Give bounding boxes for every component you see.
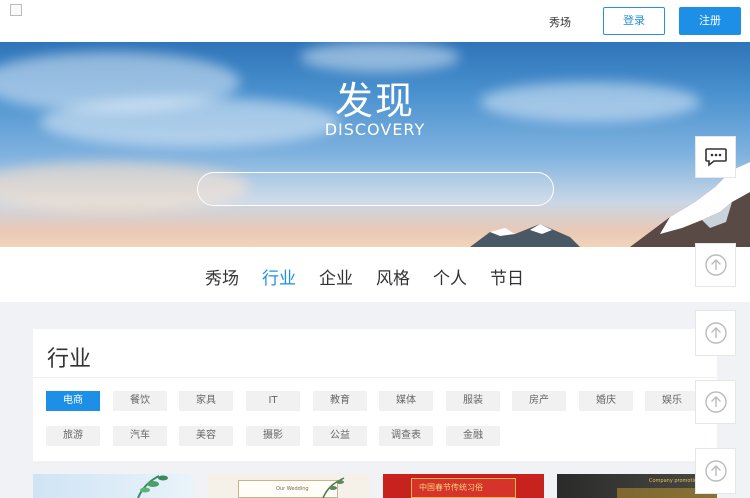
login-button[interactable]: 登录: [603, 7, 665, 35]
back-to-top-button[interactable]: [695, 448, 736, 494]
tag-jiaoyu[interactable]: 教育: [313, 391, 367, 411]
template-thumbnail[interactable]: Our Wedding: [208, 474, 369, 498]
tag-yule[interactable]: 娱乐: [645, 391, 699, 411]
nav-link-xiuchang[interactable]: 秀场: [549, 14, 571, 30]
arrow-up-circle-icon: [704, 391, 727, 413]
back-to-top-button[interactable]: [695, 243, 736, 287]
arrow-up-circle-icon: [704, 460, 727, 482]
industry-panel: 行业 电商 餐饮 家具 IT 教育 媒体 服装 房产 婚庆 娱乐 旅游 汽车 美…: [33, 329, 717, 461]
tab-xiuchang[interactable]: 秀场: [205, 264, 239, 289]
tag-fangchan[interactable]: 房产: [512, 391, 566, 411]
logo-broken-image[interactable]: [10, 4, 22, 16]
tag-meiti[interactable]: 媒体: [379, 391, 433, 411]
tag-jinrong[interactable]: 金融: [446, 426, 500, 446]
thumb-text: Our Wedding: [276, 486, 309, 492]
hero-title: 发现: [334, 79, 415, 123]
template-thumbnail[interactable]: 中国春节传统习俗: [383, 474, 544, 498]
chat-bubble-icon: [704, 148, 727, 167]
tag-diaochabiao[interactable]: 调查表: [379, 426, 433, 446]
tag-canyin[interactable]: 餐饮: [113, 391, 167, 411]
back-to-top-button[interactable]: [695, 380, 736, 424]
template-thumbnail[interactable]: Company promotion: [557, 474, 717, 498]
arrow-up-circle-icon: [704, 254, 727, 276]
plant-illustration: [137, 475, 168, 498]
tag-meirong[interactable]: 美容: [179, 426, 233, 446]
top-header: 秀场 登录 注册: [0, 0, 750, 42]
cloud: [300, 42, 460, 72]
hero-subtitle: DISCOVERY: [324, 120, 426, 139]
tab-jieri[interactable]: 节日: [490, 264, 524, 289]
register-button[interactable]: 注册: [679, 7, 741, 35]
chat-button[interactable]: [695, 136, 736, 178]
leaf-icon: [322, 477, 345, 498]
tag-gongyi[interactable]: 公益: [313, 426, 367, 446]
hero-search-input[interactable]: [197, 172, 554, 206]
thumb-text: Company promotion: [649, 478, 701, 484]
tab-qiye[interactable]: 企业: [319, 264, 353, 289]
hero-banner: 发现 DISCOVERY: [0, 42, 750, 247]
panel-title: 行业: [47, 347, 92, 372]
thumb-text: 中国春节传统习俗: [419, 483, 483, 492]
tab-fengge[interactable]: 风格: [376, 264, 410, 289]
tag-jiaju[interactable]: 家具: [179, 391, 233, 411]
tag-it[interactable]: IT: [246, 391, 300, 411]
template-thumbnail[interactable]: [33, 474, 193, 498]
tag-fuzhuang[interactable]: 服装: [446, 391, 500, 411]
tag-hunqing[interactable]: 婚庆: [579, 391, 633, 411]
back-to-top-button[interactable]: [695, 310, 736, 356]
tab-geren[interactable]: 个人: [433, 264, 467, 289]
tag-lvyou[interactable]: 旅游: [46, 426, 100, 446]
tab-hangye[interactable]: 行业: [262, 264, 296, 289]
tag-qiche[interactable]: 汽车: [113, 426, 167, 446]
divider: [33, 377, 717, 378]
arrow-up-circle-icon: [704, 322, 727, 344]
tag-dianshang[interactable]: 电商: [46, 391, 100, 411]
category-nav: 秀场 行业 企业 风格 个人 节日: [0, 247, 750, 302]
tag-sheying[interactable]: 摄影: [246, 426, 300, 446]
